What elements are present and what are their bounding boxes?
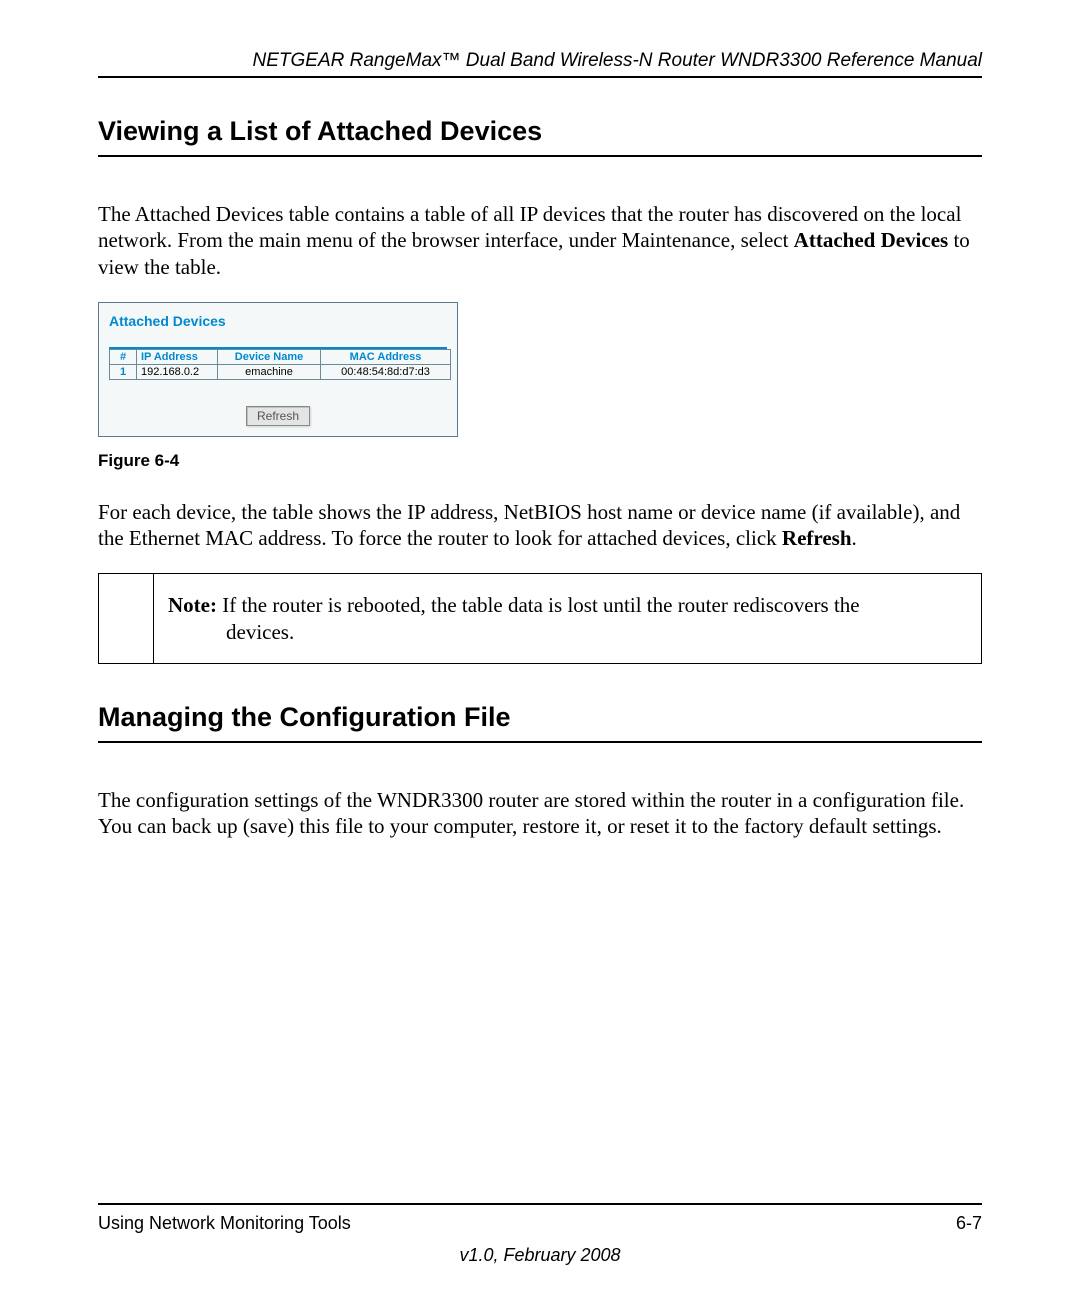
page-footer: Using Network Monitoring Tools 6-7 xyxy=(98,1203,982,1234)
section-heading-config-file: Managing the Configuration File xyxy=(98,702,982,743)
section-heading-attached-devices: Viewing a List of Attached Devices xyxy=(98,116,982,157)
button-row: Refresh xyxy=(107,406,449,426)
manual-page: NETGEAR RangeMax™ Dual Band Wireless-N R… xyxy=(0,0,1080,1296)
cell-device-name: emachine xyxy=(218,364,321,379)
term-attached-devices: Attached Devices xyxy=(794,228,949,252)
figure-caption: Figure 6-4 xyxy=(98,451,982,471)
refresh-button[interactable]: Refresh xyxy=(246,406,310,426)
note-label: Note: xyxy=(168,593,217,617)
col-index: # xyxy=(110,349,137,364)
paragraph: The Attached Devices table contains a ta… xyxy=(98,201,982,280)
note-text: devices. xyxy=(168,619,957,645)
cell-mac: 00:48:54:8d:d7:d3 xyxy=(321,364,451,379)
paragraph: The configuration settings of the WNDR33… xyxy=(98,787,982,840)
attached-devices-table: # IP Address Device Name MAC Address 1 1… xyxy=(109,349,451,380)
table-header-row: # IP Address Device Name MAC Address xyxy=(110,349,451,364)
col-mac-address: MAC Address xyxy=(321,349,451,364)
figure-attached-devices-screenshot: Attached Devices # IP Address Device Nam… xyxy=(98,302,458,437)
col-device-name: Device Name xyxy=(218,349,321,364)
cell-index: 1 xyxy=(110,364,137,379)
term-refresh: Refresh xyxy=(782,526,852,550)
note-icon-cell xyxy=(99,574,154,663)
text-run: . xyxy=(852,526,857,550)
col-ip-address: IP Address xyxy=(137,349,218,364)
panel-title: Attached Devices xyxy=(107,311,449,347)
table-row: 1 192.168.0.2 emachine 00:48:54:8d:d7:d3 xyxy=(110,364,451,379)
note-body: Note: If the router is rebooted, the tab… xyxy=(154,574,981,663)
running-header: NETGEAR RangeMax™ Dual Band Wireless-N R… xyxy=(98,50,982,78)
cell-ip: 192.168.0.2 xyxy=(137,364,218,379)
footer-page-number: 6-7 xyxy=(956,1213,982,1234)
note-text: If the router is rebooted, the table dat… xyxy=(217,593,860,617)
footer-section-title: Using Network Monitoring Tools xyxy=(98,1213,351,1234)
paragraph: For each device, the table shows the IP … xyxy=(98,499,982,552)
note-box: Note: If the router is rebooted, the tab… xyxy=(98,573,982,664)
footer-version: v1.0, February 2008 xyxy=(0,1245,1080,1266)
